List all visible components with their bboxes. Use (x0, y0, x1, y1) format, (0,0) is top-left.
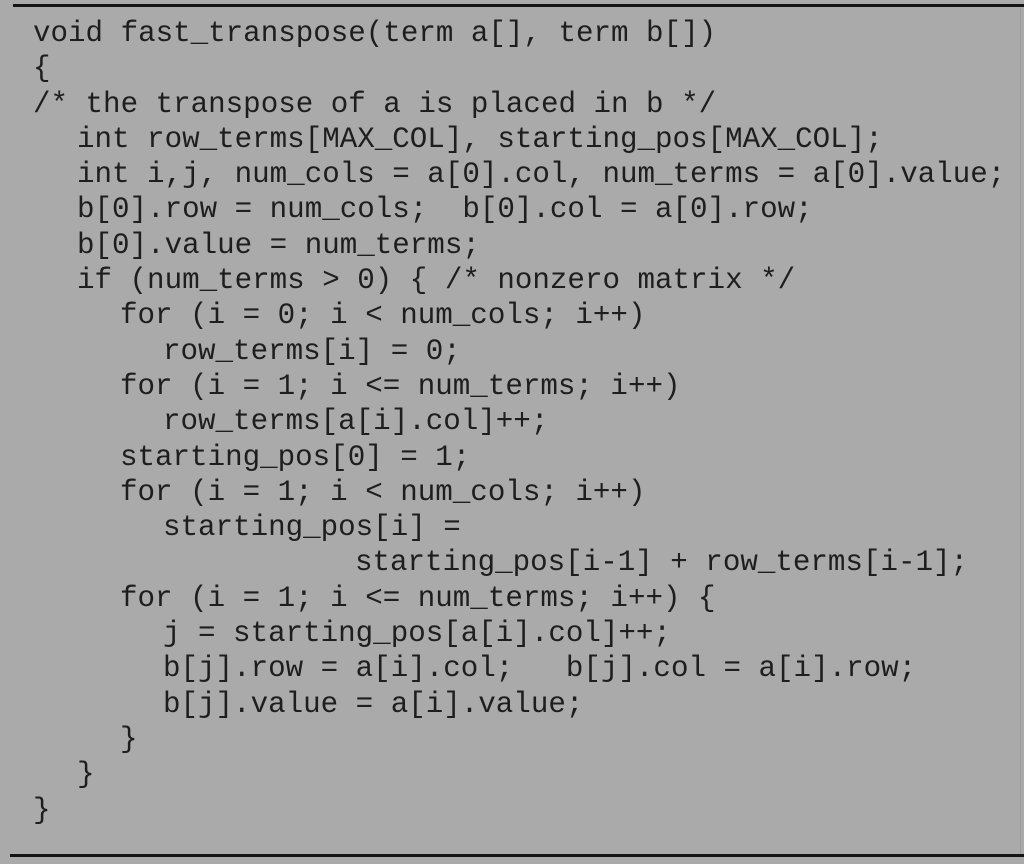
code-line-starting-pos-zero: starting_pos[0] = 1; (120, 440, 471, 474)
code-line-array-declarations: int row_terms[MAX_COL], starting_pos[MAX… (77, 122, 883, 156)
code-line-close-for-brace: } (120, 722, 138, 756)
code-line-starting-pos-assign: starting_pos[i] = (163, 511, 461, 545)
right-edge-border (1020, 8, 1021, 854)
code-line-for-count: for (i = 1; i <= num_terms; i++) (120, 369, 681, 403)
code-line-starting-pos-continuation: starting_pos[i-1] + row_terms[i-1]; (355, 546, 969, 580)
code-line-if-nonzero: if (num_terms > 0) { /* nonzero matrix *… (77, 264, 796, 298)
code-line-close-if-brace: } (77, 758, 95, 792)
code-line-b0-row-col: b[0].row = num_cols; b[0].col = a[0].row… (77, 193, 813, 227)
code-line-comment: /* the transpose of a is placed in b */ (33, 87, 717, 121)
code-line-row-terms-increment: row_terms[a[i].col]++; (163, 405, 549, 439)
code-block: void fast_transpose(term a[], term b[]){… (33, 16, 1005, 828)
code-line-for-init: for (i = 0; i < num_cols; i++) (120, 299, 646, 333)
code-line-j-assign: j = starting_pos[a[i].col]++; (163, 617, 671, 651)
code-line-open-brace: { (33, 52, 51, 86)
code-line-bj-value: b[j].value = a[i].value; (163, 687, 584, 721)
code-line-for-transpose: for (i = 1; i <= num_terms; i++) { (120, 581, 716, 615)
code-line-int-declarations: int i,j, num_cols = a[0].col, num_terms … (77, 158, 1006, 192)
code-line-row-terms-zero: row_terms[i] = 0; (163, 334, 461, 368)
code-line-bj-row-col: b[j].row = a[i].col; b[j].col = a[i].row… (163, 652, 917, 686)
code-line-for-starting-pos: for (i = 1; i < num_cols; i++) (120, 475, 646, 509)
code-listing-page: void fast_transpose(term a[], term b[]){… (0, 0, 1024, 864)
code-line-function-signature: void fast_transpose(term a[], term b[]) (33, 17, 717, 50)
code-line-b0-value: b[0].value = num_terms; (77, 228, 480, 262)
bottom-rule (10, 854, 1024, 857)
code-line-close-function-brace: } (33, 793, 51, 827)
top-rule (13, 4, 1024, 7)
